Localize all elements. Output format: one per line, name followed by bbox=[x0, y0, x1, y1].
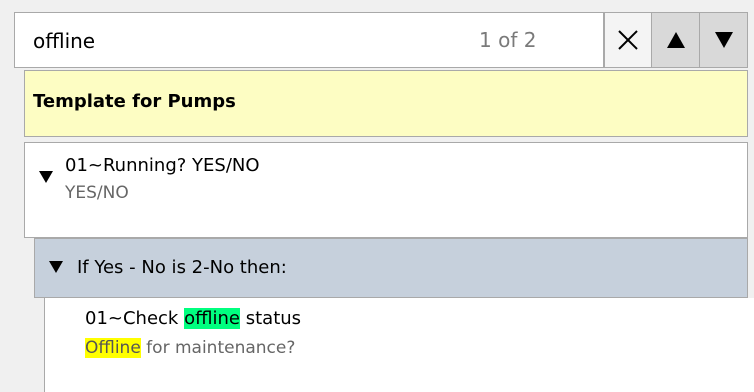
search-box: 1 of 2 bbox=[14, 12, 604, 68]
search-match: Offline bbox=[85, 338, 141, 358]
sub-question-title-prefix: 01~Check bbox=[85, 308, 185, 329]
match-count: 1 of 2 bbox=[479, 28, 537, 52]
condition-group-header[interactable]: If Yes - No is 2-No then: bbox=[34, 238, 748, 298]
up-triangle-icon bbox=[666, 32, 685, 48]
expanded-triangle-icon[interactable] bbox=[39, 171, 53, 183]
sub-question-answer: Offline for maintenance? bbox=[85, 338, 295, 358]
question-answer-type: YES/NO bbox=[65, 183, 129, 203]
sub-question-panel[interactable]: 01~Check offline status Offline for main… bbox=[44, 298, 754, 392]
clear-search-button[interactable] bbox=[604, 12, 652, 68]
condition-label: If Yes - No is 2-No then: bbox=[77, 257, 287, 278]
down-triangle-icon bbox=[714, 32, 733, 48]
sub-question-title: 01~Check offline status bbox=[85, 308, 301, 329]
search-input[interactable] bbox=[33, 25, 413, 57]
next-match-button[interactable] bbox=[700, 12, 748, 68]
sub-question-title-suffix: status bbox=[240, 308, 302, 329]
previous-match-button[interactable] bbox=[652, 12, 700, 68]
close-icon bbox=[618, 30, 638, 50]
expanded-triangle-icon[interactable] bbox=[49, 261, 63, 273]
search-match-current: offline bbox=[184, 308, 240, 329]
template-header: Template for Pumps bbox=[24, 70, 748, 137]
template-title: Template for Pumps bbox=[33, 91, 236, 112]
sub-question-answer-suffix: for maintenance? bbox=[140, 338, 296, 358]
question-title: 01~Running? YES/NO bbox=[65, 155, 260, 176]
question-card[interactable]: 01~Running? YES/NO YES/NO bbox=[24, 142, 748, 238]
